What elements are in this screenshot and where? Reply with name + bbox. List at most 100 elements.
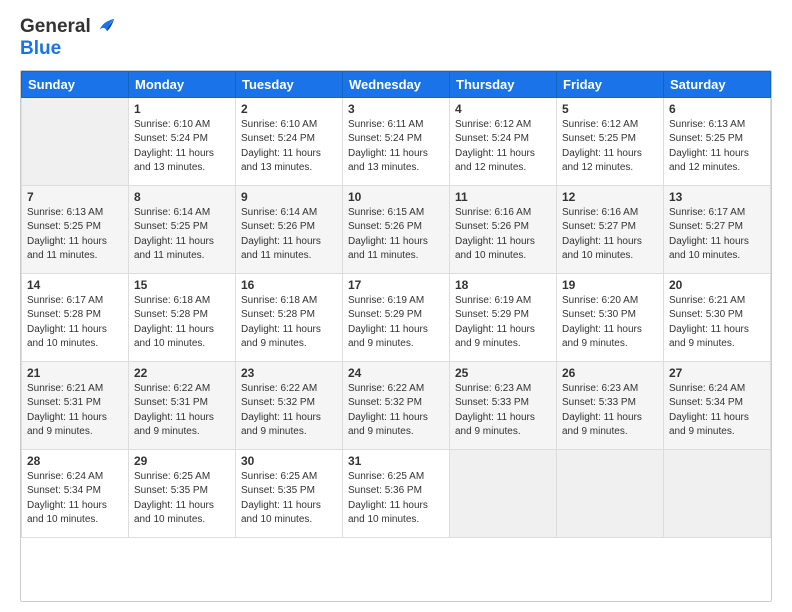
- day-cell: [450, 449, 557, 537]
- day-info: Sunrise: 6:21 AM Sunset: 5:30 PM Dayligh…: [669, 294, 765, 352]
- day-cell: 21Sunrise: 6:21 AM Sunset: 5:31 PM Dayli…: [22, 361, 129, 449]
- day-info: Sunrise: 6:10 AM Sunset: 5:24 PM Dayligh…: [134, 118, 230, 176]
- weekday-header-friday: Friday: [557, 71, 664, 97]
- week-row-3: 21Sunrise: 6:21 AM Sunset: 5:31 PM Dayli…: [22, 361, 771, 449]
- day-number: 1: [134, 102, 230, 116]
- day-number: 9: [241, 190, 337, 204]
- day-cell: 1 Sunrise: 6:10 AM Sunset: 5:24 PM Daylig…: [129, 97, 236, 185]
- day-number: 27: [669, 366, 765, 380]
- day-info: Sunrise: 6:18 AM Sunset: 5:28 PM Dayligh…: [241, 294, 337, 352]
- day-info: Sunrise: 6:25 AM Sunset: 5:36 PM Dayligh…: [348, 470, 444, 528]
- weekday-header-row: SundayMondayTuesdayWednesdayThursdayFrid…: [22, 71, 771, 97]
- day-cell: 14 Sunrise: 6:17 AM Sunset: 5:28 PM Dayli…: [22, 273, 129, 361]
- day-info: Sunrise: 6:17 AM Sunset: 5:28 PM Dayligh…: [27, 294, 123, 352]
- day-cell: 8 Sunrise: 6:14 AM Sunset: 5:25 PM Daylig…: [129, 185, 236, 273]
- day-cell: 13Sunrise: 6:17 AM Sunset: 5:27 PM Dayli…: [664, 185, 771, 273]
- weekday-header-thursday: Thursday: [450, 71, 557, 97]
- day-number: 21: [27, 366, 123, 380]
- day-cell: [557, 449, 664, 537]
- day-info: Sunrise: 6:22 AM Sunset: 5:31 PM Dayligh…: [134, 382, 230, 440]
- day-cell: 18 Sunrise: 6:19 AM Sunset: 5:29 PM Dayli…: [450, 273, 557, 361]
- day-info: Sunrise: 6:13 AM Sunset: 5:25 PM Dayligh…: [27, 206, 123, 264]
- day-info: Sunrise: 6:20 AM Sunset: 5:30 PM Dayligh…: [562, 294, 658, 352]
- logo-line2: Blue: [20, 38, 116, 60]
- day-cell: 4 Sunrise: 6:12 AM Sunset: 5:24 PM Daylig…: [450, 97, 557, 185]
- day-info: Sunrise: 6:10 AM Sunset: 5:24 PM Dayligh…: [241, 118, 337, 176]
- day-cell: 25 Sunrise: 6:23 AM Sunset: 5:33 PM Dayli…: [450, 361, 557, 449]
- day-cell: 16 Sunrise: 6:18 AM Sunset: 5:28 PM Dayli…: [236, 273, 343, 361]
- day-number: 11: [455, 190, 551, 204]
- day-number: 22: [134, 366, 230, 380]
- day-cell: 23Sunrise: 6:22 AM Sunset: 5:32 PM Dayli…: [236, 361, 343, 449]
- day-info: Sunrise: 6:22 AM Sunset: 5:32 PM Dayligh…: [348, 382, 444, 440]
- day-number: 16: [241, 278, 337, 292]
- day-info: Sunrise: 6:23 AM Sunset: 5:33 PM Dayligh…: [562, 382, 658, 440]
- day-number: 2: [241, 102, 337, 116]
- day-cell: 7 Sunrise: 6:13 AM Sunset: 5:25 PM Daylig…: [22, 185, 129, 273]
- day-cell: 26 Sunrise: 6:23 AM Sunset: 5:33 PM Dayli…: [557, 361, 664, 449]
- day-cell: 9Sunrise: 6:14 AM Sunset: 5:26 PM Daylig…: [236, 185, 343, 273]
- day-number: 18: [455, 278, 551, 292]
- day-cell: 22 Sunrise: 6:22 AM Sunset: 5:31 PM Dayli…: [129, 361, 236, 449]
- day-number: 8: [134, 190, 230, 204]
- day-number: 4: [455, 102, 551, 116]
- day-number: 10: [348, 190, 444, 204]
- day-info: Sunrise: 6:13 AM Sunset: 5:25 PM Dayligh…: [669, 118, 765, 176]
- week-row-1: 7 Sunrise: 6:13 AM Sunset: 5:25 PM Daylig…: [22, 185, 771, 273]
- calendar-table: SundayMondayTuesdayWednesdayThursdayFrid…: [21, 71, 771, 538]
- day-number: 19: [562, 278, 658, 292]
- weekday-header-wednesday: Wednesday: [343, 71, 450, 97]
- page: General Blue SundayMondayTuesdayWednesda…: [0, 0, 792, 612]
- day-number: 15: [134, 278, 230, 292]
- day-info: Sunrise: 6:24 AM Sunset: 5:34 PM Dayligh…: [669, 382, 765, 440]
- day-cell: 19 Sunrise: 6:20 AM Sunset: 5:30 PM Dayli…: [557, 273, 664, 361]
- day-cell: 29Sunrise: 6:25 AM Sunset: 5:35 PM Dayli…: [129, 449, 236, 537]
- day-cell: 2 Sunrise: 6:10 AM Sunset: 5:24 PM Daylig…: [236, 97, 343, 185]
- day-info: Sunrise: 6:12 AM Sunset: 5:24 PM Dayligh…: [455, 118, 551, 176]
- day-cell: 6Sunrise: 6:13 AM Sunset: 5:25 PM Daylig…: [664, 97, 771, 185]
- day-number: 5: [562, 102, 658, 116]
- day-cell: [22, 97, 129, 185]
- day-info: Sunrise: 6:14 AM Sunset: 5:25 PM Dayligh…: [134, 206, 230, 264]
- day-number: 14: [27, 278, 123, 292]
- week-row-4: 28 Sunrise: 6:24 AM Sunset: 5:34 PM Dayli…: [22, 449, 771, 537]
- day-info: Sunrise: 6:19 AM Sunset: 5:29 PM Dayligh…: [455, 294, 551, 352]
- day-info: Sunrise: 6:19 AM Sunset: 5:29 PM Dayligh…: [348, 294, 444, 352]
- day-number: 3: [348, 102, 444, 116]
- day-number: 7: [27, 190, 123, 204]
- day-number: 25: [455, 366, 551, 380]
- weekday-header-saturday: Saturday: [664, 71, 771, 97]
- weekday-header-sunday: Sunday: [22, 71, 129, 97]
- day-cell: 5Sunrise: 6:12 AM Sunset: 5:25 PM Daylig…: [557, 97, 664, 185]
- day-info: Sunrise: 6:25 AM Sunset: 5:35 PM Dayligh…: [241, 470, 337, 528]
- day-info: Sunrise: 6:18 AM Sunset: 5:28 PM Dayligh…: [134, 294, 230, 352]
- day-info: Sunrise: 6:24 AM Sunset: 5:34 PM Dayligh…: [27, 470, 123, 528]
- day-info: Sunrise: 6:17 AM Sunset: 5:27 PM Dayligh…: [669, 206, 765, 264]
- day-number: 23: [241, 366, 337, 380]
- day-number: 30: [241, 454, 337, 468]
- day-info: Sunrise: 6:11 AM Sunset: 5:24 PM Dayligh…: [348, 118, 444, 176]
- day-number: 24: [348, 366, 444, 380]
- day-cell: 20 Sunrise: 6:21 AM Sunset: 5:30 PM Dayli…: [664, 273, 771, 361]
- day-cell: 15 Sunrise: 6:18 AM Sunset: 5:28 PM Dayli…: [129, 273, 236, 361]
- header: General Blue: [20, 16, 772, 60]
- day-number: 26: [562, 366, 658, 380]
- day-cell: 10Sunrise: 6:15 AM Sunset: 5:26 PM Dayli…: [343, 185, 450, 273]
- logo-bird-icon: [98, 16, 116, 34]
- week-row-2: 14 Sunrise: 6:17 AM Sunset: 5:28 PM Dayli…: [22, 273, 771, 361]
- weekday-header-monday: Monday: [129, 71, 236, 97]
- day-cell: 30 Sunrise: 6:25 AM Sunset: 5:35 PM Dayli…: [236, 449, 343, 537]
- day-number: 31: [348, 454, 444, 468]
- day-cell: 31 Sunrise: 6:25 AM Sunset: 5:36 PM Dayli…: [343, 449, 450, 537]
- day-info: Sunrise: 6:16 AM Sunset: 5:26 PM Dayligh…: [455, 206, 551, 264]
- day-info: Sunrise: 6:23 AM Sunset: 5:33 PM Dayligh…: [455, 382, 551, 440]
- week-row-0: 1 Sunrise: 6:10 AM Sunset: 5:24 PM Daylig…: [22, 97, 771, 185]
- day-number: 28: [27, 454, 123, 468]
- day-number: 20: [669, 278, 765, 292]
- day-cell: 17Sunrise: 6:19 AM Sunset: 5:29 PM Dayli…: [343, 273, 450, 361]
- day-info: Sunrise: 6:25 AM Sunset: 5:35 PM Dayligh…: [134, 470, 230, 528]
- day-cell: [664, 449, 771, 537]
- day-info: Sunrise: 6:16 AM Sunset: 5:27 PM Dayligh…: [562, 206, 658, 264]
- day-number: 12: [562, 190, 658, 204]
- day-cell: 28 Sunrise: 6:24 AM Sunset: 5:34 PM Dayli…: [22, 449, 129, 537]
